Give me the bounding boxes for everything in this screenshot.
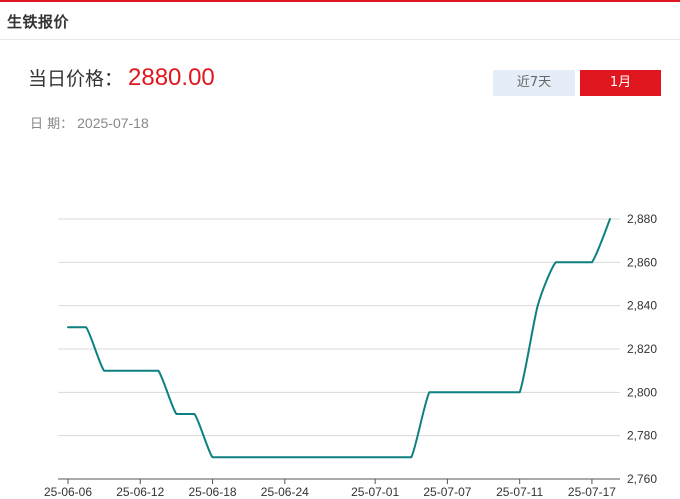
x-tick-label: 25-06-06: [44, 485, 92, 499]
y-tick-label: 2,860: [627, 255, 657, 269]
y-tick-label: 2,800: [627, 385, 657, 399]
x-tick-label: 25-06-12: [116, 485, 164, 499]
x-tick-label: 25-07-11: [496, 485, 543, 499]
y-tick-label: 2,840: [627, 299, 657, 313]
x-tick-label: 25-06-24: [261, 485, 309, 499]
y-tick-label: 2,820: [627, 342, 657, 356]
y-tick-label: 2,760: [627, 472, 657, 486]
x-tick-label: 25-07-07: [423, 485, 471, 499]
price-series-line: [67, 218, 611, 459]
price-line-chart: 2,760 2,780 2,800 2,820 2,840 2,860 2,880 25-06…: [44, 212, 657, 499]
y-tick-label: 2,780: [627, 429, 657, 443]
x-tick-label: 25-06-18: [189, 485, 237, 499]
x-tick-label: 25-07-17: [568, 485, 616, 499]
y-tick-label: 2,880: [627, 212, 657, 226]
x-tick-label: 25-07-01: [351, 485, 399, 499]
